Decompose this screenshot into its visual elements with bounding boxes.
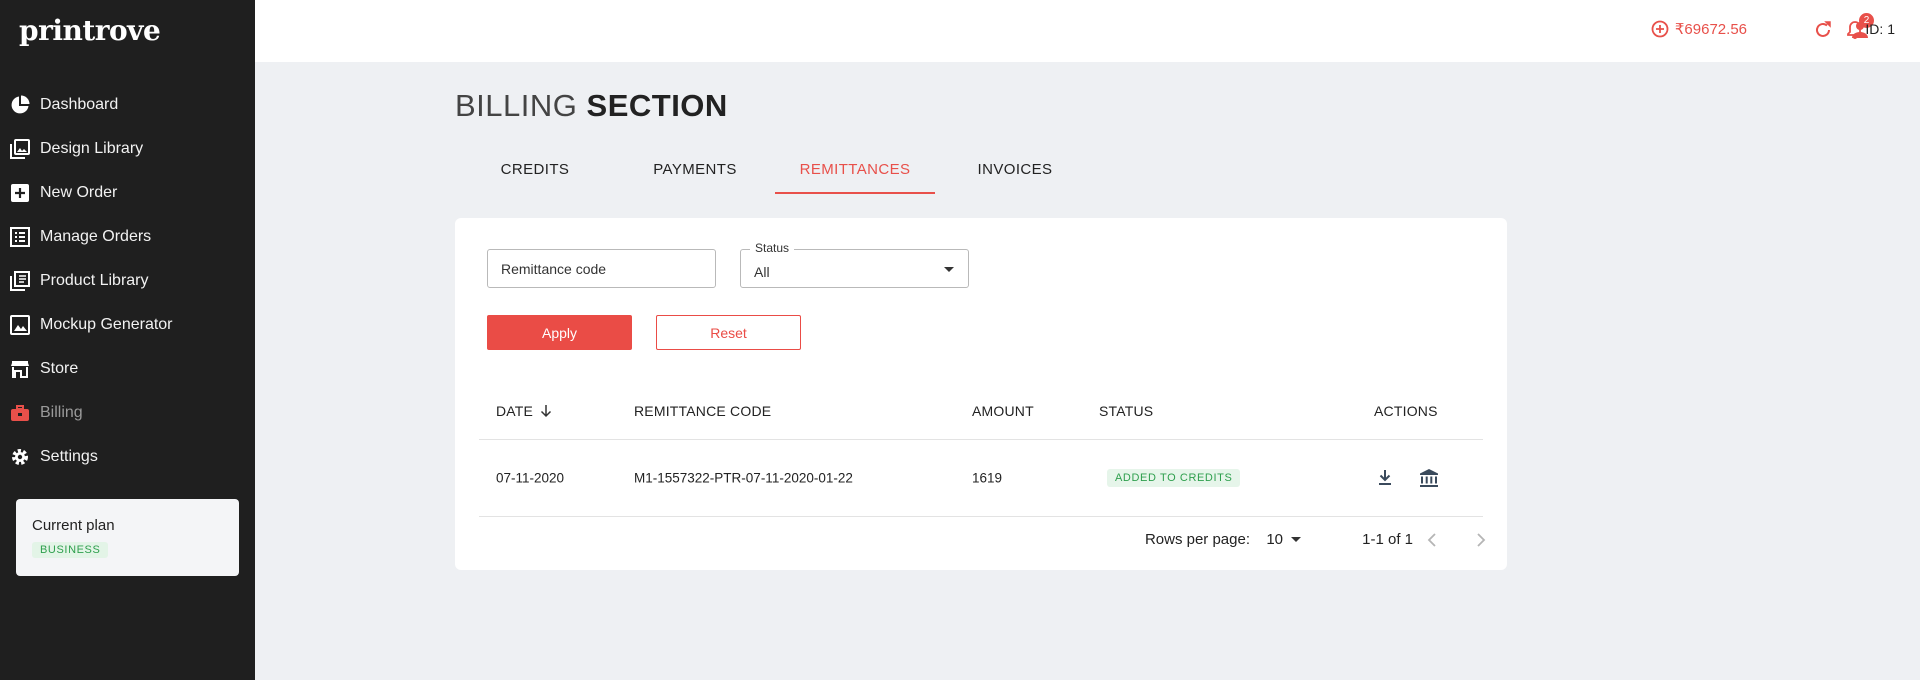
add-box-icon — [10, 183, 30, 203]
next-page-icon[interactable] — [1470, 529, 1492, 551]
sidebar-item-label: Dashboard — [40, 96, 119, 113]
add-circle-icon — [1651, 20, 1669, 38]
status-select[interactable]: Status All — [740, 241, 969, 288]
sidebar-item-label: Product Library — [40, 272, 149, 289]
remittance-code-input[interactable] — [488, 250, 715, 287]
dropdown-caret-icon — [1291, 537, 1301, 542]
sidebar-item-billing[interactable]: Billing — [0, 391, 255, 435]
sidebar-item-label: Manage Orders — [40, 228, 152, 245]
user-id[interactable]: ID: 1 — [1865, 21, 1895, 37]
column-header-actions: ACTIONS — [1374, 402, 1438, 419]
sidebar-item-design-library[interactable]: Design Library — [0, 127, 255, 171]
pagination-range: 1-1 of 1 — [1362, 531, 1413, 548]
rows-per-page-label: Rows per page: — [1144, 531, 1250, 548]
sidebar-item-settings[interactable]: Settings — [0, 435, 255, 479]
sidebar-item-label: Store — [40, 360, 79, 377]
library-icon — [10, 271, 30, 291]
topbar: ₹69672.56 2 ID: 1 — [255, 0, 1920, 62]
sidebar-item-product-library[interactable]: Product Library — [0, 259, 255, 303]
remittance-code-field — [487, 249, 716, 288]
briefcase-icon — [10, 403, 30, 423]
sidebar-nav: Dashboard Design Library New Order Manag… — [0, 83, 255, 479]
remittances-table: DATE REMITTANCE CODE AMOUNT STATUS ACTIO… — [479, 382, 1483, 517]
table-row: 07-11-2020 M1-1557322-PTR-07-11-2020-01-… — [479, 440, 1483, 517]
previous-page-icon[interactable] — [1421, 529, 1443, 551]
page-title: BILLING SECTION — [455, 88, 728, 124]
sort-arrow-down-icon — [541, 404, 552, 417]
cell-status: ADDED TO CREDITS — [1099, 469, 1241, 487]
current-plan-card: Current plan BUSINESS — [16, 499, 239, 576]
image-icon — [10, 315, 30, 335]
column-header-code: REMITTANCE CODE — [634, 402, 772, 419]
app-logo[interactable]: printrove — [19, 14, 161, 47]
cell-remittance-code: M1-1557322-PTR-07-11-2020-01-22 — [634, 470, 853, 486]
sidebar-item-label: Design Library — [40, 140, 144, 157]
dropdown-caret-icon — [944, 267, 954, 272]
status-badge: ADDED TO CREDITS — [1107, 469, 1241, 487]
page-title-bold: SECTION — [586, 88, 728, 123]
tab-remittances[interactable]: REMITTANCES — [775, 145, 935, 194]
sidebar-item-mockup-generator[interactable]: Mockup Generator — [0, 303, 255, 347]
apply-button[interactable]: Apply — [487, 315, 632, 350]
rows-per-page-select[interactable]: 10 — [1266, 531, 1301, 548]
reset-button[interactable]: Reset — [656, 315, 801, 350]
billing-tabs: CREDITS PAYMENTS REMITTANCES INVOICES — [455, 145, 1095, 194]
tab-credits[interactable]: CREDITS — [455, 145, 615, 194]
plan-badge: BUSINESS — [32, 542, 109, 558]
tab-payments[interactable]: PAYMENTS — [615, 145, 775, 194]
list-icon — [10, 227, 30, 247]
sidebar: printrove Dashboard Design Library New O… — [0, 0, 255, 680]
sidebar-item-manage-orders[interactable]: Manage Orders — [0, 215, 255, 259]
sidebar-item-label: Mockup Generator — [40, 316, 173, 333]
download-icon[interactable] — [1374, 467, 1396, 489]
remittances-card: Status All Apply Reset DATE REMITTANCE C… — [455, 218, 1507, 570]
wallet-balance[interactable]: ₹69672.56 — [1651, 20, 1747, 38]
rows-per-page-value: 10 — [1266, 531, 1283, 548]
table-header-row: DATE REMITTANCE CODE AMOUNT STATUS ACTIO… — [479, 382, 1483, 440]
cell-actions — [1374, 467, 1462, 489]
pagination: Rows per page: 10 1-1 of 1 — [455, 529, 1507, 551]
images-icon — [10, 139, 30, 159]
cell-amount: 1619 — [972, 470, 1003, 486]
sidebar-item-store[interactable]: Store — [0, 347, 255, 391]
status-select-value: All — [754, 263, 770, 280]
column-header-date[interactable]: DATE — [496, 403, 553, 419]
cell-date: 07-11-2020 — [496, 470, 565, 486]
sidebar-item-dashboard[interactable]: Dashboard — [0, 83, 255, 127]
plan-title: Current plan — [32, 517, 115, 534]
sidebar-item-label: Billing — [40, 404, 83, 421]
sidebar-item-label: Settings — [40, 448, 98, 465]
gear-icon — [10, 447, 30, 467]
sidebar-item-label: New Order — [40, 184, 118, 201]
column-header-date-label: DATE — [496, 402, 534, 419]
balance-amount: ₹69672.56 — [1674, 21, 1747, 38]
page-title-light: BILLING — [455, 88, 578, 123]
sidebar-item-new-order[interactable]: New Order — [0, 171, 255, 215]
store-icon — [10, 359, 30, 379]
pie-chart-icon — [10, 95, 30, 115]
tab-invoices[interactable]: INVOICES — [935, 145, 1095, 194]
status-select-label: Status — [750, 241, 795, 255]
column-header-amount: AMOUNT — [972, 402, 1034, 419]
refresh-icon[interactable] — [1812, 19, 1834, 41]
bank-icon[interactable] — [1418, 467, 1440, 489]
column-header-status: STATUS — [1099, 402, 1154, 419]
